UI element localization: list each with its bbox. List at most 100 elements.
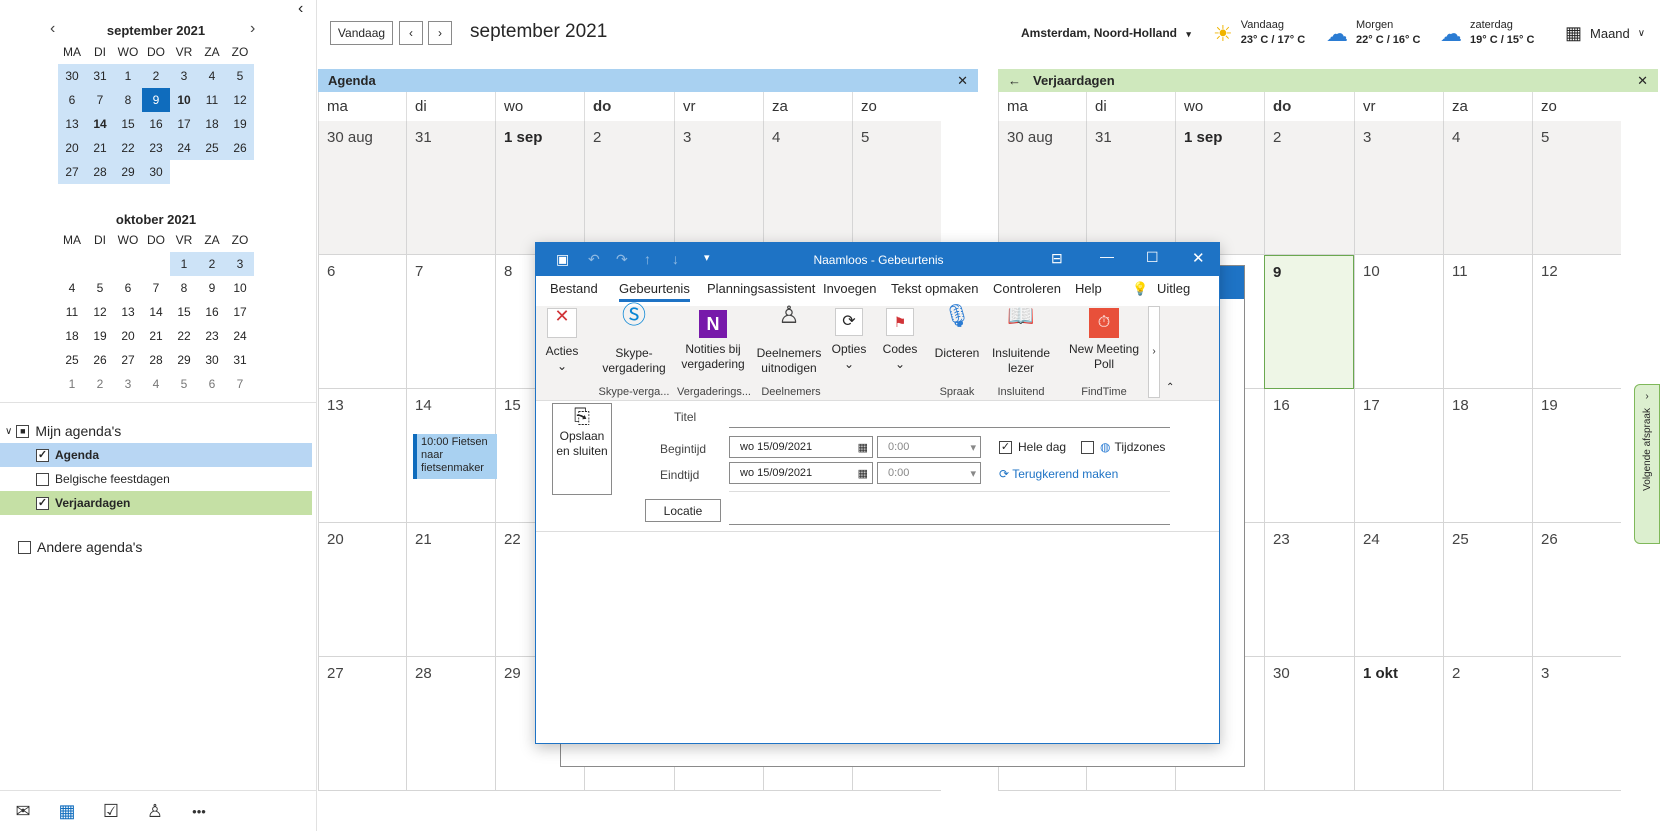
day-cell[interactable]: 21 — [406, 523, 495, 657]
day-cell[interactable]: 10 — [1354, 255, 1443, 389]
ribbon-scroll-icon[interactable]: › — [1148, 306, 1160, 398]
mini-cal-day[interactable]: 17 — [226, 300, 254, 324]
more-icon[interactable]: ••• — [184, 804, 214, 819]
mini-cal-day[interactable]: 15 — [114, 112, 142, 136]
people-icon[interactable]: ♙ — [140, 801, 170, 822]
mini-cal-day[interactable]: 4 — [142, 372, 170, 396]
mini-cal-day[interactable]: 24 — [226, 324, 254, 348]
group-checkbox[interactable]: ■ — [16, 424, 30, 438]
day-cell[interactable]: 9 — [1264, 255, 1354, 389]
mini-cal-day[interactable]: 3 — [226, 252, 254, 276]
mini-cal-day[interactable]: 21 — [142, 324, 170, 348]
mail-icon[interactable]: ✉ — [8, 801, 38, 822]
prev-icon[interactable]: ‹ — [399, 21, 423, 45]
mini-cal-day[interactable]: 20 — [58, 136, 86, 160]
day-cell[interactable]: 17 — [1354, 389, 1443, 523]
mini-cal-day[interactable]: 21 — [86, 136, 114, 160]
mini-cal-day[interactable]: 31 — [86, 64, 114, 88]
mini-cal-day[interactable]: 1 — [58, 372, 86, 396]
day-cell[interactable]: 31 — [1086, 121, 1175, 255]
recurring-link[interactable]: ⟳ Terugkerend maken — [999, 467, 1118, 481]
tab-bestand[interactable]: Bestand — [550, 281, 598, 296]
mini-cal-day[interactable]: 30 — [142, 160, 170, 184]
mini-cal-day[interactable]: 3 — [114, 372, 142, 396]
mini-cal-day[interactable]: 1 — [170, 252, 198, 276]
timezones-check[interactable] — [1081, 440, 1094, 454]
end-time-field[interactable]: 0:00 ▾ — [877, 462, 981, 484]
mini-cal-day[interactable]: 29 — [114, 160, 142, 184]
mini-cal-day[interactable]: 2 — [86, 372, 114, 396]
day-cell[interactable]: 30 — [1264, 657, 1354, 791]
day-cell[interactable]: 25 — [1443, 523, 1532, 657]
day-cell[interactable]: 26 — [1532, 523, 1621, 657]
mini-cal-day[interactable]: 26 — [226, 136, 254, 160]
my-calendars-group[interactable]: ∨ ■ Mijn agenda's — [0, 419, 312, 443]
next-icon[interactable]: › — [428, 21, 452, 45]
day-cell[interactable]: 4 — [1443, 121, 1532, 255]
ribbon-display-icon[interactable]: ⊟ — [1051, 250, 1063, 267]
day-cell[interactable]: 2 — [1264, 121, 1354, 255]
mini-cal-day[interactable]: 26 — [86, 348, 114, 372]
mini-cal-day[interactable]: 1 — [114, 64, 142, 88]
day-cell[interactable]: 1 sep — [495, 121, 584, 255]
skype-button[interactable]: Ⓢ Skype-vergadering — [598, 304, 670, 376]
today-button[interactable]: Vandaag — [330, 21, 393, 45]
mini-cal-day[interactable]: 20 — [114, 324, 142, 348]
location-button[interactable]: Locatie — [645, 499, 721, 522]
mini-cal-day[interactable]: 30 — [198, 348, 226, 372]
tab-gebeurtenis[interactable]: Gebeurtenis — [619, 281, 690, 302]
mini-cal-day[interactable]: 13 — [114, 300, 142, 324]
mini-cal-day[interactable]: 18 — [198, 112, 226, 136]
other-checkbox[interactable] — [18, 540, 31, 554]
mini-cal-day[interactable]: 27 — [114, 348, 142, 372]
mini-cal-day[interactable]: 5 — [226, 64, 254, 88]
mini-cal-day[interactable]: 7 — [86, 88, 114, 112]
lezer-button[interactable]: 📖 Insluitende lezer — [991, 305, 1051, 376]
collapse-ribbon-icon[interactable]: ⌃ — [1166, 382, 1174, 393]
start-time-field[interactable]: 0:00 ▾ — [877, 436, 981, 458]
meeting-poll-button[interactable]: ⏱ New Meeting Poll — [1066, 308, 1142, 372]
mini-cal-day[interactable]: 6 — [114, 276, 142, 300]
prev-month-icon[interactable]: ‹ — [50, 20, 55, 38]
all-day-checkbox[interactable]: ✓ Hele dag — [999, 440, 1066, 454]
day-cell[interactable]: 12 — [1532, 255, 1621, 389]
day-cell[interactable]: 27 — [318, 657, 406, 791]
mini-cal-day[interactable]: 25 — [198, 136, 226, 160]
tab-uitleg[interactable]: Uitleg — [1157, 281, 1190, 296]
mini-cal-day[interactable]: 28 — [86, 160, 114, 184]
mini-cal-day[interactable]: 5 — [86, 276, 114, 300]
day-cell[interactable]: 11 — [1443, 255, 1532, 389]
calendar-item-agenda[interactable]: ✓ Agenda — [0, 443, 312, 467]
mini-cal-day[interactable]: 12 — [226, 88, 254, 112]
day-cell[interactable]: 31 — [406, 121, 495, 255]
mini-cal-day[interactable]: 6 — [58, 88, 86, 112]
mini-cal-day[interactable]: 4 — [58, 276, 86, 300]
codes-button[interactable]: ⚑ Codes ⌄ — [882, 308, 918, 372]
acties-button[interactable]: ✕ Acties ⌄ — [544, 307, 580, 374]
mini-cal-day[interactable]: 16 — [198, 300, 226, 324]
calendar-item-feestdagen[interactable]: Belgische feestdagen — [0, 467, 312, 491]
tasks-icon[interactable]: ☑ — [96, 801, 126, 822]
day-cell[interactable]: 3 — [674, 121, 763, 255]
mini-cal-day[interactable]: 11 — [198, 88, 226, 112]
tab-invoegen[interactable]: Invoegen — [823, 281, 877, 296]
calendar-picker-icon[interactable]: ▦ — [858, 441, 868, 454]
mini-cal-day[interactable]: 5 — [170, 372, 198, 396]
mini-cal-day[interactable]: 22 — [114, 136, 142, 160]
mini-cal-day[interactable]: 19 — [86, 324, 114, 348]
mini-cal-day[interactable]: 4 — [198, 64, 226, 88]
event-fietsen[interactable]: 10:00 Fietsen naar fietsenmaker — [413, 434, 497, 479]
day-cell[interactable]: 2 — [584, 121, 674, 255]
mini-cal-day[interactable]: 14 — [86, 112, 114, 136]
opties-button[interactable]: ⟳ Opties ⌄ — [831, 308, 867, 372]
view-switcher[interactable]: ▦ Maand ∨ — [1565, 23, 1645, 44]
save-close-button[interactable]: ⎘ Opslaan en sluiten — [552, 403, 612, 495]
mini-cal-day[interactable]: 8 — [170, 276, 198, 300]
mini-cal-day[interactable]: 7 — [226, 372, 254, 396]
day-cell[interactable]: 16 — [1264, 389, 1354, 523]
deelnemers-button[interactable]: ♙ Deelnemers uitnodigen — [753, 304, 825, 376]
tab-help[interactable]: Help — [1075, 281, 1102, 296]
start-date-field[interactable]: wo 15/09/2021 ▦ — [729, 436, 873, 458]
day-cell[interactable]: 2 — [1443, 657, 1532, 791]
mini-cal-day[interactable]: 3 — [170, 64, 198, 88]
